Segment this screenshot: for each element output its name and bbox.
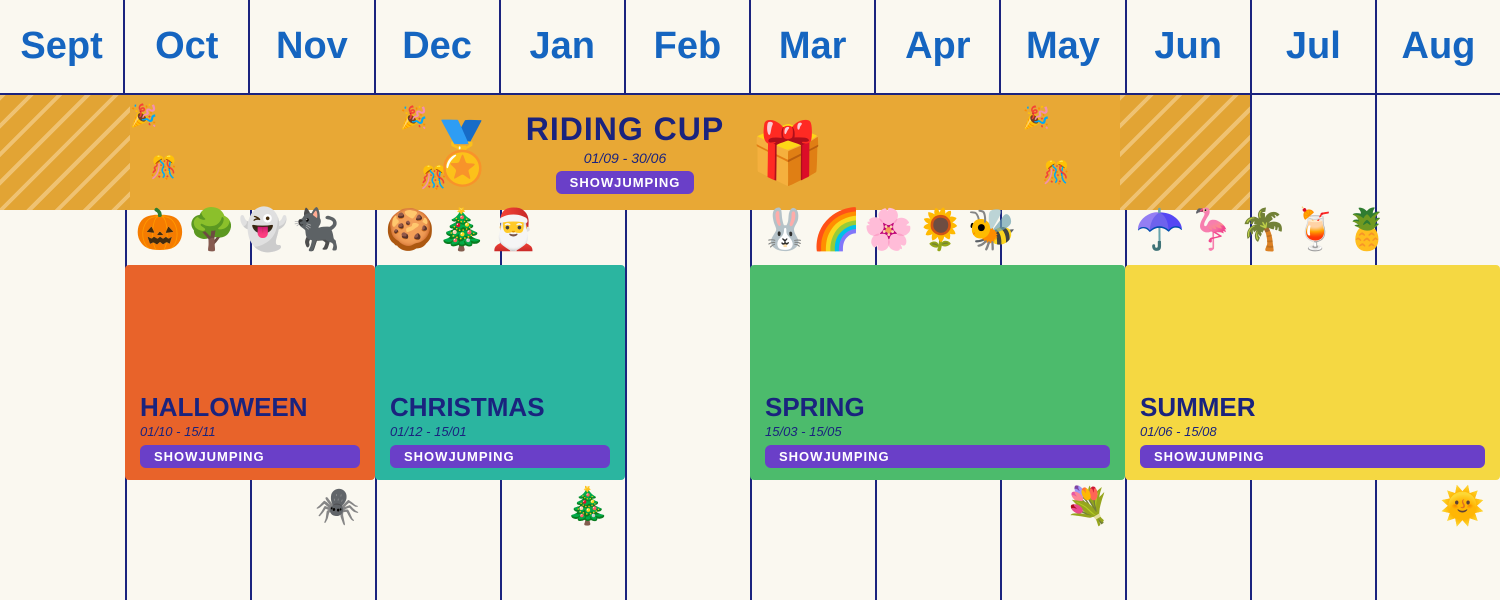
month-header-aug: Aug bbox=[1377, 0, 1500, 93]
event-title-halloween: HALLOWEEN bbox=[140, 393, 360, 422]
event-badge-summer: SHOWJUMPING bbox=[1140, 445, 1485, 468]
event-box-christmas[interactable]: CHRISTMAS 01/12 - 15/01 SHOWJUMPING bbox=[375, 265, 625, 480]
texture-left bbox=[0, 95, 130, 210]
month-header-may: May bbox=[1001, 0, 1126, 93]
emoji-3-4: 🍍 bbox=[1342, 210, 1392, 250]
month-header-apr: Apr bbox=[876, 0, 1001, 93]
extra-emoji-1: 🎄 bbox=[565, 485, 610, 527]
event-title-summer: SUMMER bbox=[1140, 393, 1485, 422]
emoji-2-4: 🐝 bbox=[967, 210, 1017, 250]
emoji-2-0: 🐰 bbox=[760, 210, 810, 250]
emoji-2-1: 🌈 bbox=[812, 210, 862, 250]
extra-emoji-2: 💐 bbox=[1065, 485, 1110, 527]
emoji-3-1: 🦩 bbox=[1187, 210, 1237, 250]
event-dates-spring: 15/03 - 15/05 bbox=[765, 424, 1110, 439]
extra-emoji-3: 🌞 bbox=[1440, 485, 1485, 527]
month-header-nov: Nov bbox=[250, 0, 375, 93]
riding-cup-content: RIDING CUP 01/09 - 30/06 SHOWJUMPING bbox=[526, 111, 724, 194]
extra-emoji-0: 🕷️ bbox=[315, 485, 360, 527]
event-dates-summer: 01/06 - 15/08 bbox=[1140, 424, 1485, 439]
emoji-0-0: 🎃 bbox=[135, 210, 185, 250]
emoji-0-1: 🌳 bbox=[187, 210, 237, 250]
month-header-oct: Oct bbox=[125, 0, 250, 93]
emoji-3-3: 🍹 bbox=[1290, 210, 1340, 250]
month-header-row: SeptOctNovDecJanFebMarAprMayJunJulAug bbox=[0, 0, 1500, 95]
month-header-dec: Dec bbox=[376, 0, 501, 93]
confetti-4: 🎉 bbox=[1023, 105, 1050, 131]
emoji-0-2: 👻 bbox=[239, 210, 289, 250]
event-box-summer[interactable]: SUMMER 01/06 - 15/08 SHOWJUMPING bbox=[1125, 265, 1500, 480]
emoji-1-2: 🎅 bbox=[489, 210, 539, 250]
gift-icon: 🎁 bbox=[750, 117, 825, 188]
emoji-3-0: ☂️ bbox=[1135, 210, 1185, 250]
emoji-0-3: 🐈‍⬛ bbox=[290, 210, 340, 250]
riding-cup-banner[interactable]: 🎉🎊🎉🎊🎉🎊🏅🎁RIDING CUP01/09 - 30/06SHOWJUMPI… bbox=[0, 95, 1250, 210]
confetti-0: 🎉 bbox=[130, 103, 157, 129]
event-badge-spring: SHOWJUMPING bbox=[765, 445, 1110, 468]
event-dates-halloween: 01/10 - 15/11 bbox=[140, 424, 360, 439]
medal-icon: 🏅 bbox=[425, 117, 500, 188]
confetti-5: 🎊 bbox=[1043, 160, 1070, 186]
emoji-2-3: 🌻 bbox=[915, 210, 965, 250]
riding-cup-title: RIDING CUP bbox=[526, 111, 724, 148]
emoji-1-0: 🍪 bbox=[385, 210, 435, 250]
texture-right bbox=[1120, 95, 1250, 210]
event-title-spring: SPRING bbox=[765, 393, 1110, 422]
month-header-mar: Mar bbox=[751, 0, 876, 93]
event-emoji-row-0: 🎃🌳👻🐈‍⬛ bbox=[135, 210, 340, 250]
emoji-2-2: 🌸 bbox=[864, 210, 914, 250]
month-header-jun: Jun bbox=[1127, 0, 1252, 93]
confetti-2: 🎉 bbox=[400, 105, 427, 131]
event-emoji-row-3: ☂️🦩🌴🍹🍍 bbox=[1135, 210, 1392, 250]
content-area: 🎉🎊🎉🎊🎉🎊🏅🎁RIDING CUP01/09 - 30/06SHOWJUMPI… bbox=[0, 95, 1500, 600]
riding-cup-badge: SHOWJUMPING bbox=[556, 171, 695, 194]
month-header-jan: Jan bbox=[501, 0, 626, 93]
event-box-spring[interactable]: SPRING 15/03 - 15/05 SHOWJUMPING bbox=[750, 265, 1125, 480]
event-title-christmas: CHRISTMAS bbox=[390, 393, 610, 422]
month-header-feb: Feb bbox=[626, 0, 751, 93]
emoji-1-1: 🎄 bbox=[437, 210, 487, 250]
month-header-sept: Sept bbox=[0, 0, 125, 93]
event-box-halloween[interactable]: HALLOWEEN 01/10 - 15/11 SHOWJUMPING bbox=[125, 265, 375, 480]
confetti-1: 🎊 bbox=[150, 155, 177, 181]
event-dates-christmas: 01/12 - 15/01 bbox=[390, 424, 610, 439]
event-emoji-row-2: 🐰🌈🌸🌻🐝 bbox=[760, 210, 1017, 250]
riding-cup-dates: 01/09 - 30/06 bbox=[584, 150, 667, 166]
event-badge-halloween: SHOWJUMPING bbox=[140, 445, 360, 468]
event-badge-christmas: SHOWJUMPING bbox=[390, 445, 610, 468]
calendar-view: SeptOctNovDecJanFebMarAprMayJunJulAug 🎉 🎊… bbox=[0, 0, 1500, 600]
emoji-3-2: 🌴 bbox=[1239, 210, 1289, 250]
month-header-jul: Jul bbox=[1252, 0, 1377, 93]
event-emoji-row-1: 🍪🎄🎅 bbox=[385, 210, 538, 250]
